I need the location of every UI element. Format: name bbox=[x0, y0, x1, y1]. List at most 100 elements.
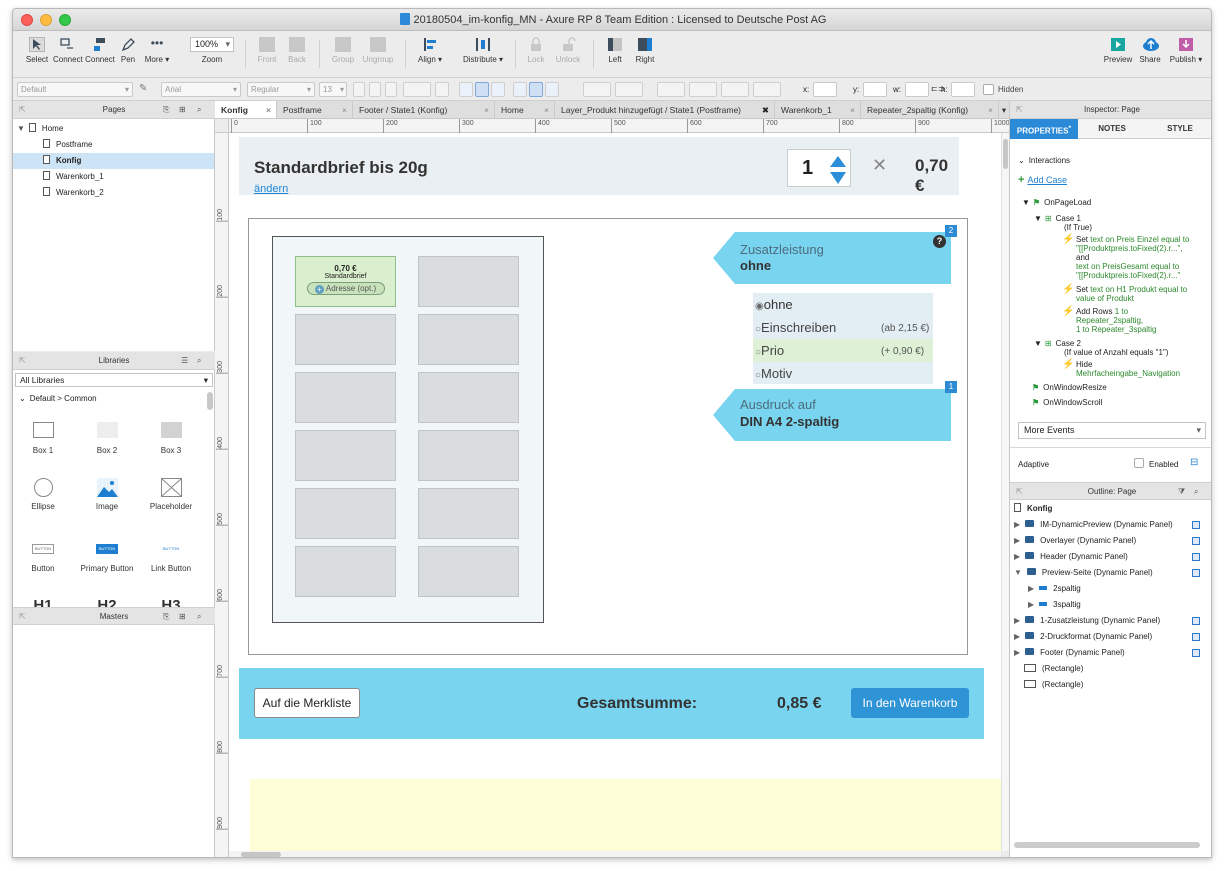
action-hide[interactable]: Hide bbox=[1076, 360, 1092, 369]
quantity-stepper[interactable]: 1 bbox=[787, 149, 851, 187]
outline-item[interactable]: ▶ Overlayer (Dynamic Panel) bbox=[1014, 533, 1211, 549]
close-tab-icon[interactable]: × bbox=[484, 101, 489, 118]
close-tab-icon[interactable]: × bbox=[266, 101, 271, 118]
tab-notes[interactable]: NOTES bbox=[1078, 119, 1146, 139]
outline-state[interactable]: ▶ 3spaltig bbox=[1028, 597, 1081, 613]
widget-box-1[interactable]: Box 1 bbox=[13, 422, 73, 455]
action-add-rows[interactable]: Add Rows 1 to bbox=[1076, 307, 1128, 316]
close-tab-icon[interactable]: × bbox=[988, 101, 993, 118]
connect-tool[interactable]: Connect bbox=[53, 37, 83, 64]
widget-ellipse[interactable]: Ellipse bbox=[13, 478, 73, 511]
group-button[interactable]: Group bbox=[329, 37, 357, 64]
label-tile[interactable] bbox=[418, 546, 519, 597]
merkliste-button[interactable]: Auf die Merkliste bbox=[254, 688, 360, 718]
canvas-vertical-scrollbar[interactable] bbox=[1001, 133, 1009, 851]
zoom-control[interactable]: 100% ▾ Zoom bbox=[189, 37, 235, 64]
outline-root-konfig[interactable]: Konfig bbox=[1014, 501, 1052, 517]
close-tab-icon[interactable]: × bbox=[342, 101, 347, 118]
minimize-window-button[interactable] bbox=[40, 14, 52, 26]
option-einschreiben[interactable]: ○Einschreiben bbox=[755, 320, 836, 335]
outline-item[interactable]: ▶ 1-Zusatzleistung (Dynamic Panel) bbox=[1014, 613, 1211, 629]
search-icon[interactable]: ⌕ bbox=[197, 101, 201, 119]
outline-state[interactable]: ▶ 2spaltig bbox=[1028, 581, 1081, 597]
align-button[interactable]: Align ▾ bbox=[413, 37, 447, 64]
label-tile[interactable] bbox=[418, 256, 519, 307]
widget-box-2[interactable]: Box 2 bbox=[77, 422, 137, 455]
add-folder-icon[interactable]: ⊞ bbox=[179, 608, 186, 626]
share-button[interactable]: Share bbox=[1137, 37, 1163, 64]
valign-bottom-button[interactable] bbox=[545, 82, 559, 97]
tab-postframe[interactable]: Postframe × bbox=[277, 101, 353, 118]
align-right-button[interactable] bbox=[491, 82, 505, 97]
canvas-horizontal-scrollbar[interactable] bbox=[229, 851, 1001, 857]
right-button[interactable]: Right bbox=[633, 37, 657, 64]
search-icon[interactable]: ⌕ bbox=[1194, 483, 1198, 501]
label-tile[interactable] bbox=[418, 314, 519, 365]
page-item-warenkorb-1[interactable]: Warenkorb_1 bbox=[43, 169, 104, 185]
library-group[interactable]: ⌄ Default > Common bbox=[19, 394, 97, 403]
tab-properties[interactable]: PROPERTIES* bbox=[1010, 119, 1078, 139]
selected-label-tile[interactable]: 0,70 € Standardbrief + Adresse (opt.) bbox=[295, 256, 396, 307]
stepper-arrows-icon[interactable] bbox=[830, 156, 846, 184]
bullet-button[interactable] bbox=[435, 82, 449, 97]
widget-placeholder[interactable]: Placeholder bbox=[141, 478, 201, 511]
underline-button[interactable] bbox=[385, 82, 397, 97]
outline-item[interactable]: ▼ Preview-Seite (Dynamic Panel) bbox=[1014, 565, 1211, 581]
search-icon[interactable]: ⌕ bbox=[197, 352, 201, 370]
add-case-link[interactable]: + Add Case bbox=[1018, 175, 1067, 186]
line-pattern-button[interactable] bbox=[721, 82, 749, 97]
bold-button[interactable] bbox=[353, 82, 365, 97]
page-item-warenkorb-2[interactable]: Warenkorb_2 bbox=[43, 185, 104, 201]
unlock-button[interactable]: Unlock bbox=[553, 37, 583, 64]
valign-top-button[interactable] bbox=[513, 82, 527, 97]
option-motiv[interactable]: ○Motiv bbox=[755, 366, 792, 381]
option-prio[interactable]: ○Prio bbox=[755, 343, 784, 358]
y-input[interactable] bbox=[863, 82, 887, 97]
tab-footer-state1[interactable]: Footer / State1 (Konfig) × bbox=[353, 101, 495, 118]
address-pill[interactable]: + Adresse (opt.) bbox=[306, 282, 385, 295]
warenkorb-button[interactable]: In den Warenkorb bbox=[851, 688, 969, 718]
font-weight-select[interactable]: Regular ▾ bbox=[247, 82, 315, 97]
close-window-button[interactable] bbox=[21, 14, 33, 26]
style-select[interactable]: Default ▾ bbox=[17, 82, 133, 97]
width-input[interactable] bbox=[905, 82, 929, 97]
label-tile[interactable] bbox=[418, 430, 519, 481]
label-tile[interactable] bbox=[295, 430, 396, 481]
interactions-section[interactable]: ⌄ Interactions bbox=[1018, 156, 1070, 165]
pen-tool[interactable]: Pen bbox=[117, 37, 139, 64]
shadow-button[interactable] bbox=[615, 82, 643, 97]
page-item-postframe[interactable]: Postframe bbox=[43, 137, 92, 153]
left-button[interactable]: Left bbox=[603, 37, 627, 64]
action-set-preis[interactable]: Set text on Preis Einzel equal to bbox=[1076, 235, 1189, 244]
fill-color-button[interactable] bbox=[583, 82, 611, 97]
option-ohne[interactable]: ◉ohne bbox=[755, 297, 793, 312]
search-icon[interactable]: ⌕ bbox=[197, 608, 201, 626]
outline-item[interactable]: (Rectangle) bbox=[1024, 661, 1083, 677]
line-color-button[interactable] bbox=[657, 82, 685, 97]
change-link[interactable]: ändern bbox=[254, 183, 288, 195]
distribute-button[interactable]: Distribute ▾ bbox=[459, 37, 507, 64]
widget-button[interactable]: BUTTON Button bbox=[13, 544, 73, 573]
font-select[interactable]: Arial ▾ bbox=[161, 82, 241, 97]
label-tile[interactable] bbox=[418, 488, 519, 539]
add-page-icon[interactable]: ⎘ bbox=[163, 101, 169, 119]
font-size-select[interactable]: 13 ▾ bbox=[319, 82, 347, 97]
italic-button[interactable] bbox=[369, 82, 381, 97]
tab-home[interactable]: Home × bbox=[495, 101, 555, 118]
tab-style[interactable]: STYLE bbox=[1146, 119, 1211, 139]
align-center-button[interactable] bbox=[475, 82, 489, 97]
tab-warenkorb-1[interactable]: Warenkorb_1 × bbox=[775, 101, 861, 118]
add-folder-icon[interactable]: ⊞ bbox=[179, 101, 186, 119]
front-button[interactable]: Front bbox=[255, 37, 279, 64]
event-onwindowscroll[interactable]: ⚑ OnWindowScroll bbox=[1032, 398, 1102, 407]
case-2[interactable]: ▼ ⊞ Case 2 bbox=[1034, 339, 1081, 348]
label-tile[interactable] bbox=[295, 314, 396, 365]
close-tab-icon[interactable]: × bbox=[850, 101, 855, 118]
label-tile[interactable] bbox=[295, 488, 396, 539]
preview-button[interactable]: Preview bbox=[1103, 37, 1133, 64]
publish-button[interactable]: Publish ▾ bbox=[1167, 37, 1205, 64]
tab-konfig[interactable]: Konfig × bbox=[215, 101, 277, 118]
select-tool[interactable]: Select bbox=[21, 37, 53, 64]
widget-primary-button[interactable]: BUTTON Primary Button bbox=[77, 544, 137, 573]
align-left-button[interactable] bbox=[459, 82, 473, 97]
